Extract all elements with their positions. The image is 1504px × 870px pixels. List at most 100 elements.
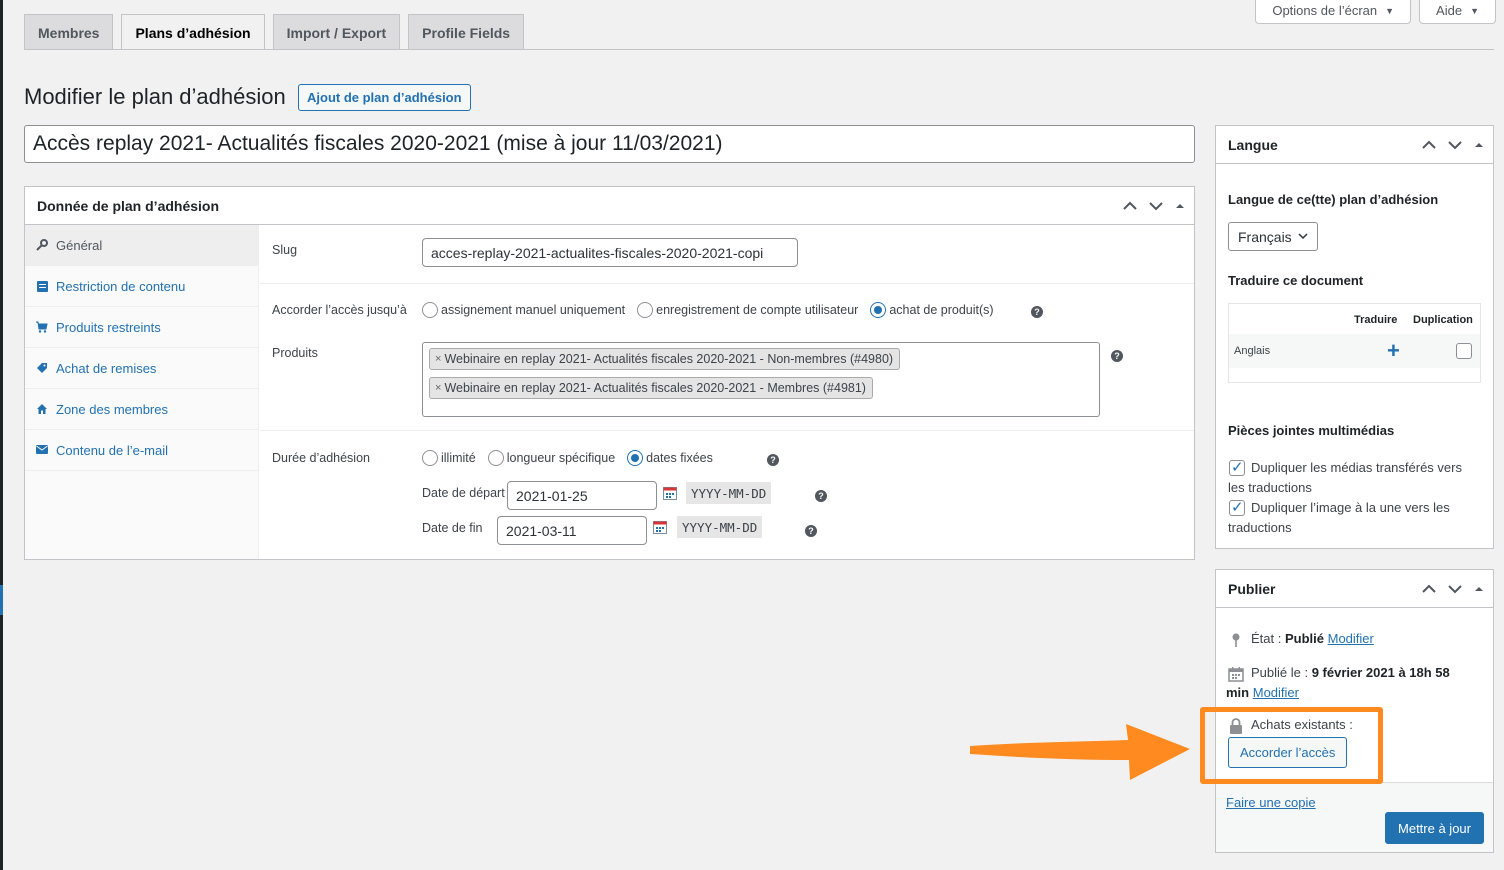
add-translation-icon[interactable]: + — [1387, 338, 1400, 364]
tab-membres[interactable]: Membres — [24, 14, 114, 50]
tab-import-export[interactable]: Import / Export — [272, 14, 401, 50]
help-icon[interactable]: ? — [815, 490, 827, 502]
media-label: Pièces jointes multimédias — [1228, 423, 1395, 438]
published-label: Publié le : — [1251, 665, 1309, 680]
remove-icon[interactable]: × — [435, 382, 441, 394]
radio-button-selected[interactable] — [870, 302, 887, 318]
access-option-signup[interactable]: enregistrement de compte utilisateur — [637, 302, 858, 318]
col-duplicate: Duplication — [1413, 314, 1473, 326]
product-chip[interactable]: × Webinaire en replay 2021- Actualités f… — [429, 377, 873, 399]
language-select[interactable]: Français — [1228, 222, 1318, 251]
vtab-email-content[interactable]: Contenu de l’e-mail — [25, 430, 258, 471]
home-icon — [36, 403, 48, 415]
screen-options-label: Options de l’écran — [1272, 3, 1378, 18]
product-chip-label: Webinaire en replay 2021- Actualités fis… — [444, 352, 894, 366]
vtab-content-restriction[interactable]: Restriction de contenu — [25, 266, 258, 307]
published-value: 9 février 2021 à 18h 58 — [1311, 665, 1450, 680]
publish-footer: Faire une copie Mettre à jour — [1216, 782, 1493, 852]
toggle-panel-icon[interactable] — [1174, 201, 1186, 211]
status-value: Publié — [1284, 631, 1324, 646]
translate-label: Traduire ce document — [1228, 273, 1364, 288]
tab-profile-fields[interactable]: Profile Fields — [408, 14, 525, 50]
vtab-label: Contenu de l’e-mail — [56, 442, 169, 458]
table-row: Anglais + — [1229, 334, 1480, 368]
tag-icon — [36, 362, 48, 374]
duplicate-checkbox[interactable] — [1456, 343, 1472, 359]
move-up-icon[interactable] — [1122, 201, 1138, 211]
dup-featured-label: Dupliquer l’image à la une vers les trad… — [1228, 500, 1450, 535]
row-divider — [260, 430, 1194, 431]
date-format-hint: YYYY-MM-DD — [677, 516, 763, 538]
radio-button-selected[interactable] — [627, 450, 644, 466]
radio-label: assignement manuel uniquement — [441, 303, 626, 317]
general-panel: Slug acces-replay-2021-actualites-fiscal… — [260, 225, 1194, 559]
product-chip[interactable]: × Webinaire en replay 2021- Actualités f… — [429, 348, 901, 370]
calendar-icon[interactable] — [653, 521, 667, 534]
screen-options-button[interactable]: Options de l’écran ▼ — [1255, 0, 1412, 24]
access-option-purchase[interactable]: achat de produit(s) — [870, 302, 994, 318]
radio-button[interactable] — [422, 302, 438, 318]
admin-sidebar-edge-highlight — [0, 585, 3, 615]
move-up-icon[interactable] — [1421, 140, 1437, 150]
radio-button[interactable] — [422, 450, 438, 466]
vtab-restricted-products[interactable]: Produits restreints — [25, 307, 258, 348]
annotation-arrow-icon — [970, 724, 1190, 780]
duration-radio-group: illimité longueur spécifique dates fixée… — [422, 450, 713, 466]
row-language: Anglais — [1234, 345, 1271, 357]
plan-data-header: Donnée de plan d’adhésion — [25, 187, 1194, 225]
slug-input[interactable]: acces-replay-2021-actualites-fiscales-20… — [422, 238, 798, 267]
remove-icon[interactable]: × — [435, 353, 441, 365]
help-icon[interactable]: ? — [1111, 350, 1123, 362]
update-button[interactable]: Mettre à jour — [1385, 812, 1484, 844]
move-down-icon[interactable] — [1148, 201, 1164, 211]
radio-button[interactable] — [487, 450, 504, 466]
access-option-manual[interactable]: assignement manuel uniquement — [422, 302, 625, 318]
box-controls — [1421, 570, 1485, 608]
duration-option-specific[interactable]: longueur spécifique — [487, 450, 615, 466]
move-down-icon[interactable] — [1447, 584, 1463, 594]
vtab-label: Général — [56, 237, 103, 253]
end-date-input[interactable]: 2021-03-11 — [497, 516, 647, 545]
radio-label: enregistrement de compte utilisateur — [656, 303, 859, 317]
start-date-input[interactable]: 2021-01-25 — [507, 481, 657, 510]
vtab-label: Zone des membres — [56, 401, 168, 417]
vtab-members-area[interactable]: Zone des membres — [25, 389, 258, 430]
help-icon[interactable]: ? — [805, 525, 817, 537]
edit-date-link[interactable]: Modifier — [1253, 685, 1299, 700]
add-plan-button[interactable]: Ajout de plan d’adhésion — [298, 84, 471, 111]
products-label: Produits — [272, 346, 318, 360]
calendar-icon[interactable] — [663, 487, 677, 500]
post-title-input[interactable]: Accès replay 2021- Actualités fiscales 2… — [24, 125, 1195, 163]
box-controls — [1122, 187, 1186, 225]
radio-label: dates fixées — [646, 451, 713, 465]
help-icon[interactable]: ? — [767, 454, 779, 466]
slug-label: Slug — [272, 243, 298, 257]
edit-status-link[interactable]: Modifier — [1328, 631, 1374, 646]
plan-data-box: Donnée de plan d’adhésion Général Restri… — [24, 186, 1195, 560]
language-select-value: Français — [1238, 228, 1292, 245]
tab-plans[interactable]: Plans d’adhésion — [121, 14, 265, 51]
vtab-purchase-discounts[interactable]: Achat de remises — [25, 348, 258, 389]
radio-label: achat de produit(s) — [889, 303, 994, 317]
document-icon — [36, 280, 48, 292]
language-header: Langue — [1216, 126, 1493, 164]
duration-option-fixed[interactable]: dates fixées — [627, 450, 713, 466]
duration-option-unlimited[interactable]: illimité — [422, 450, 476, 466]
toggle-panel-icon[interactable] — [1473, 584, 1485, 594]
radio-button[interactable] — [637, 302, 654, 318]
vtab-general[interactable]: Général — [25, 225, 258, 266]
move-up-icon[interactable] — [1421, 584, 1437, 594]
vtab-label: Produits restreints — [56, 319, 161, 335]
products-select[interactable]: × Webinaire en replay 2021- Actualités f… — [422, 342, 1100, 417]
move-down-icon[interactable] — [1447, 140, 1463, 150]
duration-label: Durée d’adhésion — [272, 451, 370, 465]
help-icon[interactable]: ? — [1031, 306, 1043, 318]
toggle-panel-icon[interactable] — [1473, 140, 1485, 150]
start-date-label: Date de départ — [422, 486, 505, 500]
end-date-label: Date de fin — [422, 521, 483, 535]
duplicate-link[interactable]: Faire une copie — [1226, 795, 1316, 810]
plan-data-title: Donnée de plan d’adhésion — [37, 197, 220, 214]
publish-header: Publier — [1216, 570, 1493, 608]
help-button[interactable]: Aide ▼ — [1419, 0, 1496, 24]
published-value-suffix: min — [1226, 685, 1250, 700]
